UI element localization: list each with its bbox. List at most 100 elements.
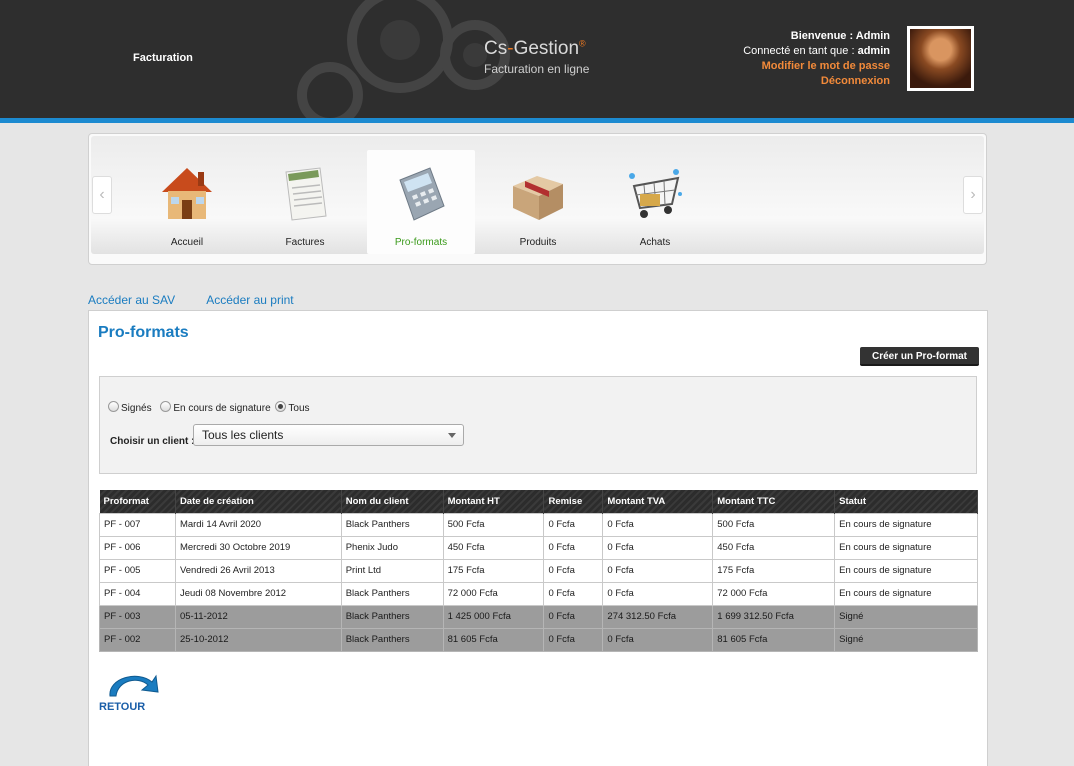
app-subtitle: Facturation en ligne (484, 62, 590, 76)
user-info: Bienvenue : Admin Connecté en tant que :… (743, 29, 890, 89)
table-cell: 0 Fcfa (543, 558, 604, 583)
table-cell: 500 Fcfa (442, 512, 545, 537)
table-row[interactable]: PF - 005 Vendredi 26 Avril 2013 Print Lt… (99, 558, 978, 583)
table-row[interactable]: PF - 003 05-11-2012 Black Panthers 1 425… (99, 604, 978, 629)
app-header: Facturation Cs-Gestion® Facturation en l… (0, 0, 1074, 118)
table-cell: PF - 003 (99, 604, 176, 629)
nav-item-label: Pro-formats (394, 237, 448, 248)
table-cell: En cours de signature (834, 558, 978, 583)
main-nav: ‹ › Accueil Factures Pro-formats Produit… (88, 133, 987, 265)
proformat-table: Proformat Date de création Nom du client… (99, 490, 978, 652)
table-cell: 1 425 000 Fcfa (442, 604, 545, 629)
back-arrow-icon (109, 674, 159, 697)
back-button[interactable]: RETOUR (98, 666, 160, 718)
table-cell: Print Ltd (340, 558, 444, 583)
table-cell: 0 Fcfa (602, 512, 714, 537)
status-filter: Signés En cours de signature Tous (108, 401, 310, 414)
col-header-status[interactable]: Statut (834, 490, 978, 513)
radio-all[interactable] (275, 401, 287, 412)
client-select-value: Tous les clients (202, 428, 284, 442)
connected-as: Connecté en tant que : admin (743, 45, 890, 57)
nav-prev-arrow[interactable]: ‹ (92, 176, 112, 214)
col-header-discount[interactable]: Remise (543, 490, 604, 513)
table-cell: Black Panthers (340, 627, 444, 652)
client-select[interactable]: Tous les clients (193, 424, 464, 446)
table-cell: PF - 007 (99, 512, 176, 537)
col-header-client[interactable]: Nom du client (341, 490, 444, 513)
table-row[interactable]: PF - 007 Mardi 14 Avril 2020 Black Panth… (99, 512, 978, 537)
content-panel: Pro-formats Créer un Pro-format Signés E… (88, 310, 988, 766)
nav-next-arrow[interactable]: › (963, 176, 983, 214)
table-cell: 0 Fcfa (543, 512, 604, 537)
table-cell: En cours de signature (834, 512, 978, 537)
table-cell: 0 Fcfa (543, 535, 604, 560)
table-cell: Black Panthers (340, 604, 444, 629)
app-logo[interactable]: Cs-Gestion® (484, 38, 586, 60)
table-cell: 450 Fcfa (712, 535, 836, 560)
table-cell: Vendredi 26 Avril 2013 (174, 558, 342, 583)
avatar (907, 26, 974, 91)
table-cell: PF - 006 (99, 535, 176, 560)
table-cell: 0 Fcfa (543, 581, 604, 606)
chevron-down-icon (448, 433, 456, 438)
section-title: Facturation (133, 52, 193, 64)
header-accent-bar (0, 118, 1074, 123)
nav-item-accueil[interactable]: Accueil (133, 150, 241, 254)
table-cell: PF - 004 (99, 581, 176, 606)
radio-all-label: Tous (288, 403, 310, 414)
table-cell: 25-10-2012 (174, 627, 342, 652)
table-cell: Phenix Judo (340, 535, 444, 560)
quick-links: Accéder au SAV Accéder au print (88, 293, 322, 307)
house-icon (162, 168, 212, 219)
nav-item-produits[interactable]: Produits (484, 150, 592, 254)
table-cell: 0 Fcfa (602, 627, 714, 652)
calculator-icon (399, 167, 445, 221)
table-row[interactable]: PF - 002 25-10-2012 Black Panthers 81 60… (99, 627, 978, 652)
table-cell: Signé (834, 604, 978, 629)
col-header-amount-ttc[interactable]: Montant TTC (712, 490, 836, 513)
table-cell: 72 000 Fcfa (442, 581, 545, 606)
table-cell: 72 000 Fcfa (712, 581, 836, 606)
create-proformat-button[interactable]: Créer un Pro-format (860, 347, 979, 366)
nav-item-pro-formats[interactable]: Pro-formats (367, 150, 475, 254)
filter-panel: Signés En cours de signature Tous Choisi… (99, 376, 977, 474)
table-cell: Black Panthers (340, 581, 444, 606)
table-cell: 450 Fcfa (442, 535, 545, 560)
table-cell: En cours de signature (834, 581, 978, 606)
table-row[interactable]: PF - 004 Jeudi 08 Novembre 2012 Black Pa… (99, 581, 978, 606)
client-select-label: Choisir un client : (110, 436, 195, 447)
table-cell: Black Panthers (340, 512, 444, 537)
table-cell: Signé (834, 627, 978, 652)
radio-signed[interactable] (108, 401, 119, 412)
radio-signed-label: Signés (121, 403, 152, 414)
table-cell: 175 Fcfa (712, 558, 836, 583)
table-cell: Jeudi 08 Novembre 2012 (174, 581, 342, 606)
cart-icon (629, 169, 682, 218)
gears-decoration (297, 0, 510, 118)
table-cell: 0 Fcfa (602, 558, 714, 583)
nav-item-label: Accueil (170, 237, 204, 248)
invoice-icon (285, 167, 327, 221)
logout-link[interactable]: Déconnexion (743, 74, 890, 89)
box-icon (513, 176, 563, 220)
col-header-amount-ht[interactable]: Montant HT (443, 490, 545, 513)
table-cell: 0 Fcfa (602, 535, 714, 560)
table-cell: PF - 002 (99, 627, 176, 652)
sav-link[interactable]: Accéder au SAV (88, 293, 175, 307)
nav-item-achats[interactable]: Achats (601, 150, 709, 254)
nav-item-factures[interactable]: Factures (251, 150, 359, 254)
table-cell: 81 605 Fcfa (442, 627, 545, 652)
table-row[interactable]: PF - 006 Mercredi 30 Octobre 2019 Phenix… (99, 535, 978, 560)
radio-in-progress[interactable] (160, 401, 172, 412)
radio-in-progress-label: En cours de signature (173, 403, 271, 414)
print-link[interactable]: Accéder au print (206, 293, 293, 307)
col-header-date[interactable]: Date de création (175, 490, 342, 513)
change-password-link[interactable]: Modifier le mot de passe (743, 59, 890, 74)
nav-item-label: Produits (519, 237, 557, 248)
col-header-vat[interactable]: Montant TVA (602, 490, 714, 513)
col-header-proformat[interactable]: Proformat (99, 490, 176, 513)
table-cell: 81 605 Fcfa (712, 627, 836, 652)
table-header-row: Proformat Date de création Nom du client… (99, 490, 978, 513)
svg-text:RETOUR: RETOUR (99, 701, 145, 713)
table-cell: 0 Fcfa (543, 604, 604, 629)
